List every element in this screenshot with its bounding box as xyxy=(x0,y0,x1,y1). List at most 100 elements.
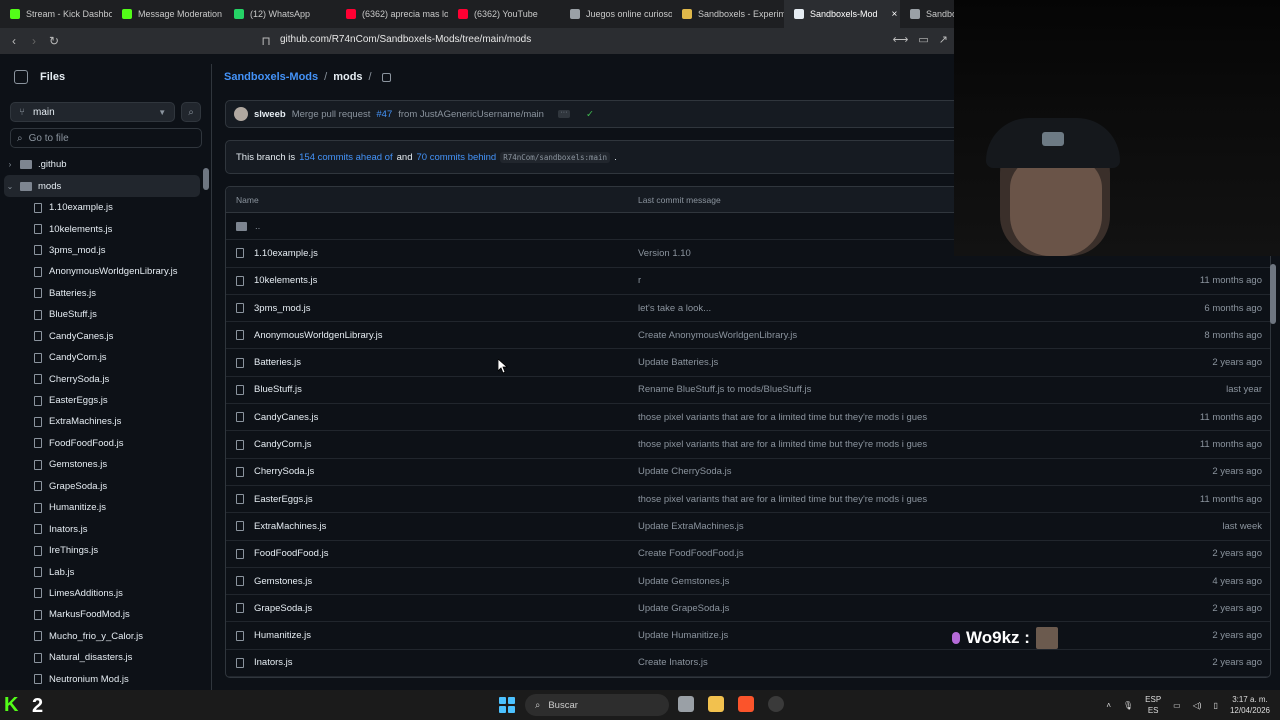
tree-file-item[interactable]: Humanitize.js xyxy=(4,497,200,518)
expand-commit-button[interactable]: ··· xyxy=(557,109,570,118)
browser-tab[interactable]: Sandboxels-Mod × xyxy=(784,0,900,28)
table-row[interactable]: FoodFoodFood.js Create FoodFoodFood.js 2 y… xyxy=(226,541,1270,568)
commits-ahead-link[interactable]: 154 commits ahead of xyxy=(299,152,392,163)
file-name-link[interactable]: CandyCanes.js xyxy=(254,412,318,423)
task-view-icon[interactable] xyxy=(678,696,694,712)
reload-icon[interactable]: ↻ xyxy=(44,34,64,48)
tree-file-item[interactable]: AnonymousWorldgenLibrary.js xyxy=(4,261,200,282)
go-to-file-input[interactable]: ⌕ Go to file xyxy=(10,128,202,148)
commit-message-link[interactable]: Create FoodFoodFood.js xyxy=(638,548,1078,559)
tree-file-item[interactable]: Lab.js xyxy=(4,561,200,582)
chevron-down-icon[interactable]: ⌄ xyxy=(4,182,16,191)
table-row[interactable]: 10kelements.js r 11 months ago xyxy=(226,268,1270,295)
start-button[interactable] xyxy=(499,697,515,713)
table-row[interactable]: EasterEggs.js those pixel variants that a… xyxy=(226,486,1270,514)
table-row[interactable]: AnonymousWorldgenLibrary.js Create Anonym… xyxy=(226,322,1270,350)
table-row[interactable]: 3pms_mod.js let's take a look... 6 months … xyxy=(226,295,1270,323)
tree-file-item[interactable]: Gemstones.js xyxy=(4,454,200,475)
table-row[interactable]: Inators.js Create Inators.js 2 years ago xyxy=(226,650,1270,678)
share-icon[interactable]: ↗ xyxy=(939,33,948,46)
tree-file-item[interactable]: CandyCorn.js xyxy=(4,347,200,368)
file-name-link[interactable]: Humanitize.js xyxy=(254,630,311,641)
tree-file-item[interactable]: EasterEggs.js xyxy=(4,390,200,411)
browser-tab[interactable]: Stream - Kick Dashbo xyxy=(0,0,112,28)
file-name-link[interactable]: ExtraMachines.js xyxy=(254,521,326,532)
sidebar-scrollbar[interactable] xyxy=(202,156,210,682)
commit-message-link[interactable]: r xyxy=(638,275,1078,286)
tree-file-item[interactable]: FoodFoodFood.js xyxy=(4,433,200,454)
back-icon[interactable]: ‹ xyxy=(4,34,24,48)
commit-message-link[interactable]: those pixel variants that are for a limi… xyxy=(638,494,1078,505)
check-icon[interactable]: ✓ xyxy=(586,109,594,120)
forward-icon[interactable]: › xyxy=(24,34,44,48)
table-row[interactable]: Gemstones.js Update Gemstones.js 4 years a… xyxy=(226,568,1270,596)
file-name-link[interactable]: 3pms_mod.js xyxy=(254,303,311,314)
translate-icon[interactable]: ⟷ xyxy=(893,33,909,46)
branch-selector[interactable]: ⑂ main ▼ xyxy=(10,102,176,122)
microphone-tray-icon[interactable]: 🎙 xyxy=(1123,701,1133,710)
chevron-right-icon[interactable]: › xyxy=(4,160,16,169)
bookmark-icon[interactable]: ⊓ xyxy=(256,34,276,48)
file-name-link[interactable]: Gemstones.js xyxy=(254,576,312,587)
file-name-link[interactable]: BlueStuff.js xyxy=(254,384,302,395)
file-name-link[interactable]: Inators.js xyxy=(254,657,293,668)
tree-file-item[interactable]: Natural_disasters.js xyxy=(4,647,200,668)
main-scrollbar[interactable] xyxy=(1268,262,1278,690)
url-field[interactable]: github.com/R74nCom/Sandboxels-Mods/tree/… xyxy=(280,34,531,45)
table-row[interactable]: CherrySoda.js Update CherrySoda.js 2 years… xyxy=(226,459,1270,486)
table-row[interactable]: Batteries.js Update Batteries.js 2 years a… xyxy=(226,349,1270,377)
cast-icon[interactable]: ▭ xyxy=(918,33,928,46)
commit-message-link[interactable]: Update CherrySoda.js xyxy=(638,466,1078,477)
browser-tab[interactable]: Sandboxels - Experim xyxy=(672,0,784,28)
close-tab-icon[interactable]: × xyxy=(892,9,898,20)
browser-tab[interactable]: Message Moderation xyxy=(112,0,224,28)
tree-file-item[interactable]: 10kelements.js xyxy=(4,218,200,239)
file-name-link[interactable]: CandyCorn.js xyxy=(254,439,312,450)
commits-behind-link[interactable]: 70 commits behind xyxy=(416,152,496,163)
taskbar-search[interactable]: ⌕ Buscar xyxy=(525,694,669,716)
table-row[interactable]: CandyCanes.js those pixel variants that a… xyxy=(226,404,1270,432)
battery-icon[interactable]: ▯ xyxy=(1214,701,1218,710)
commit-message-link[interactable]: those pixel variants that are for a limi… xyxy=(638,439,1078,450)
commit-message-link[interactable]: Rename BlueStuff.js to mods/BlueStuff.js xyxy=(638,384,1078,395)
commit-author[interactable]: slweeb xyxy=(254,109,286,120)
table-row[interactable]: CandyCorn.js those pixel variants that ar… xyxy=(226,431,1270,459)
browser-tab[interactable]: (6362) aprecia mas lo xyxy=(336,0,448,28)
tree-file-item[interactable]: 1.10example.js xyxy=(4,197,200,218)
commit-message-link[interactable]: Update Gemstones.js xyxy=(638,576,1078,587)
sidebar-toggle-icon[interactable] xyxy=(14,70,28,84)
commit-message-link[interactable]: let's take a look... xyxy=(638,303,1078,314)
file-name-link[interactable]: GrapeSoda.js xyxy=(254,603,312,614)
tree-file-item[interactable]: MarkusFoodMod.js xyxy=(4,604,200,625)
tree-folder-item[interactable]: › .github xyxy=(4,154,200,175)
brave-browser-icon[interactable] xyxy=(738,696,754,712)
file-name-link[interactable]: 10kelements.js xyxy=(254,275,317,286)
avatar[interactable] xyxy=(234,107,248,121)
commit-message-link[interactable]: Update ExtraMachines.js xyxy=(638,521,1078,532)
tree-file-item[interactable]: CandyCanes.js xyxy=(4,326,200,347)
tree-file-item[interactable]: BlueStuff.js xyxy=(4,304,200,325)
browser-tab[interactable]: Juegos online curioso xyxy=(560,0,672,28)
tree-file-item[interactable]: Batteries.js xyxy=(4,283,200,304)
tree-file-item[interactable]: 3pms_mod.js xyxy=(4,240,200,261)
pull-request-link[interactable]: #47 xyxy=(376,109,392,120)
file-name-link[interactable]: Batteries.js xyxy=(254,357,301,368)
file-name-link[interactable]: CherrySoda.js xyxy=(254,466,314,477)
tree-file-item[interactable]: Mucho_frio_y_Calor.js xyxy=(4,626,200,647)
tree-file-item[interactable]: GrapeSoda.js xyxy=(4,476,200,497)
clock[interactable]: 3:17 a. m. 12/04/2026 xyxy=(1230,694,1270,716)
table-row[interactable]: GrapeSoda.js Update GrapeSoda.js 2 years a… xyxy=(226,595,1270,623)
commit-message-link[interactable]: Create Inators.js xyxy=(638,657,1078,668)
file-name-link[interactable]: EasterEggs.js xyxy=(254,494,313,505)
search-files-button[interactable]: ⌕ xyxy=(181,102,201,122)
network-icon[interactable]: ▭ xyxy=(1173,701,1181,710)
tree-file-item[interactable]: IreThings.js xyxy=(4,540,200,561)
file-name-link[interactable]: 1.10example.js xyxy=(254,248,318,259)
table-row[interactable]: ExtraMachines.js Update ExtraMachines.js l… xyxy=(226,513,1270,541)
table-row[interactable]: BlueStuff.js Rename BlueStuff.js to mods/… xyxy=(226,377,1270,405)
chevron-up-icon[interactable]: ˄ xyxy=(1106,701,1111,710)
tree-folder-item[interactable]: ⌄ mods xyxy=(4,175,200,197)
commit-message-link[interactable]: those pixel variants that are for a limi… xyxy=(638,412,1078,423)
table-row[interactable]: Humanitize.js Update Humanitize.js 2 years… xyxy=(226,622,1270,650)
tree-file-item[interactable]: Inators.js xyxy=(4,518,200,539)
